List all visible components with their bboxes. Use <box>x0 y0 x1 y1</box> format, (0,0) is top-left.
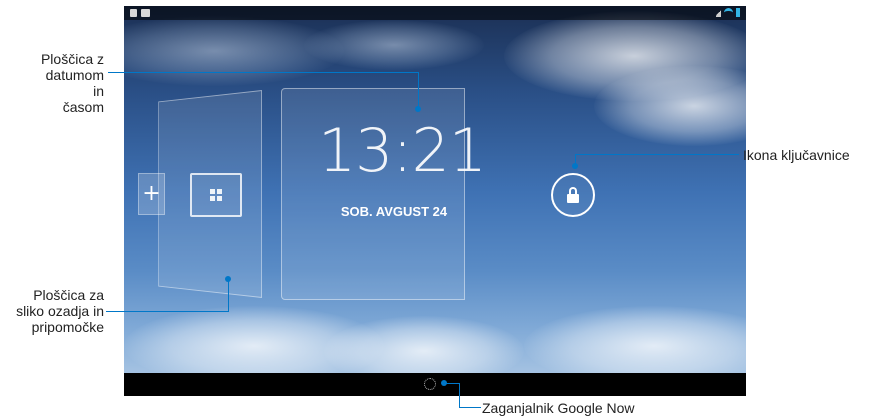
callout-line <box>459 407 481 408</box>
unlock-button[interactable] <box>551 173 595 217</box>
callout-dot <box>572 163 578 169</box>
callout-widget-tile: Ploščica za sliko ozadja in pripomočke <box>0 287 104 335</box>
status-icons <box>716 8 740 17</box>
callout-clock-tile: Ploščica z datumom in časom <box>34 51 104 115</box>
callout-dot <box>415 106 421 112</box>
add-widget-button[interactable]: + <box>138 173 165 215</box>
widgets-button[interactable] <box>190 173 242 217</box>
image-icon <box>141 9 150 17</box>
callout-clock-tile-line3: časom <box>62 99 104 115</box>
callout-line <box>108 72 419 73</box>
callout-line <box>228 280 229 312</box>
clock-time: 13:21 <box>318 116 487 186</box>
notification-icon <box>130 9 137 17</box>
signal-icon <box>716 8 721 17</box>
callout-clock-tile-line1: Ploščica z <box>40 51 104 67</box>
callout-dot <box>225 276 231 282</box>
clock-date: SOB. AVGUST 24 <box>340 204 448 219</box>
callout-lock-icon: Ikona ključavnice <box>743 147 850 163</box>
battery-icon <box>736 8 740 17</box>
callout-line <box>444 383 460 384</box>
tablet-lock-screen: + 13:21 SOB. AVGUST 24 <box>124 6 746 396</box>
callout-widget-tile-line1: Ploščica za <box>33 287 104 303</box>
figure: + 13:21 SOB. AVGUST 24 Ploščica z datumo… <box>0 0 884 419</box>
callout-line <box>106 311 229 312</box>
callout-google-now: Zaganjalnik Google Now <box>482 400 635 416</box>
callout-widget-tile-line2: sliko ozadja in <box>16 303 104 319</box>
cloud <box>304 20 484 70</box>
callout-widget-tile-line3: pripomočke <box>31 319 104 335</box>
callout-line <box>459 383 460 408</box>
google-now-icon[interactable] <box>424 378 436 390</box>
callout-line <box>575 154 739 155</box>
wifi-icon <box>724 8 733 17</box>
callout-clock-tile-line2: datumom in <box>45 67 104 99</box>
navigation-bar <box>124 373 746 396</box>
status-bar <box>124 6 746 20</box>
widgets-icon <box>210 189 222 201</box>
lock-icon <box>567 194 579 203</box>
callout-line <box>418 72 419 109</box>
